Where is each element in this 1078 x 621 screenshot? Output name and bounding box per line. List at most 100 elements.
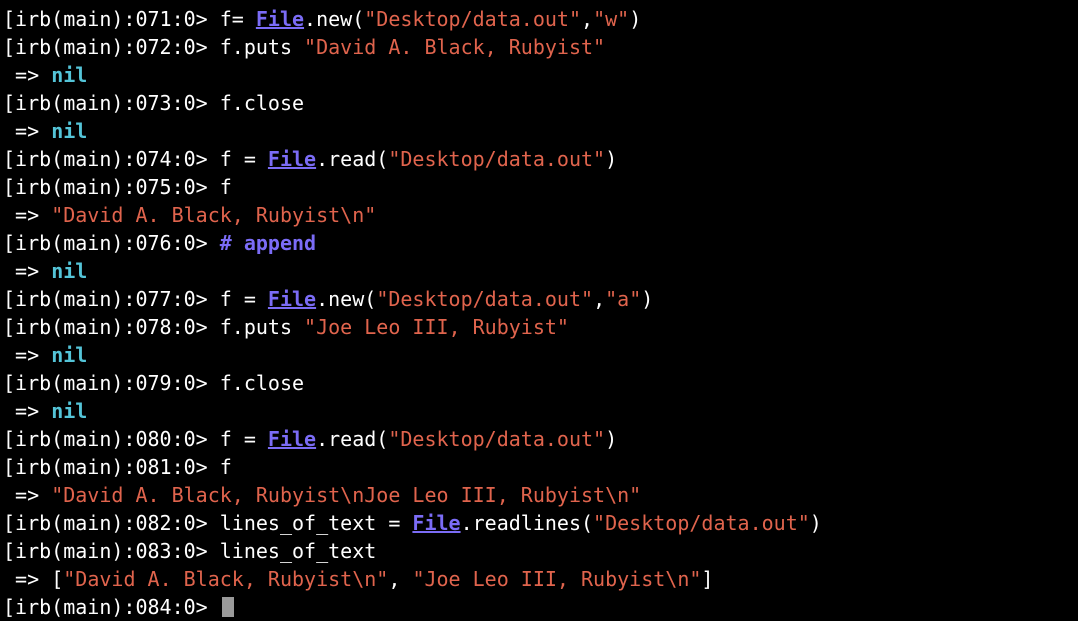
input-line: [irb(main):073:0> f.close (0, 89, 1078, 117)
result-arrow: => (15, 343, 40, 367)
output-line: => nil (0, 61, 1078, 89)
result-arrow: => (15, 63, 40, 87)
code-text: ) (605, 427, 618, 451)
line-bracket: [ (3, 315, 16, 339)
irb-prompt: irb(main):073:0> (15, 91, 208, 115)
irb-prompt: irb(main):081:0> (15, 455, 208, 479)
code-text: ) (641, 287, 654, 311)
input-line: [irb(main):071:0> f= File.new("Desktop/d… (0, 5, 1078, 33)
code-text: .new( (304, 7, 365, 31)
line-bracket: [ (3, 371, 16, 395)
input-line: [irb(main):081:0> f (0, 453, 1078, 481)
output-indent (3, 63, 15, 87)
output-indent (3, 259, 15, 283)
nil-value: nil (51, 119, 88, 143)
irb-prompt: irb(main):082:0> (15, 511, 208, 535)
code-text: ] (701, 567, 714, 591)
prompt-separator (208, 371, 220, 395)
code-text: f.close (219, 371, 305, 395)
line-bracket: [ (3, 175, 16, 199)
class-constant: File (412, 511, 461, 535)
string-literal: "Desktop/data.out" (364, 7, 582, 31)
code-text: lines_of_text = (219, 511, 413, 535)
output-indent (3, 343, 15, 367)
code-text: , (593, 287, 606, 311)
string-literal: "Desktop/data.out" (593, 511, 810, 535)
nil-value: nil (51, 399, 88, 423)
line-bracket: [ (3, 427, 16, 451)
terminal-output[interactable]: [irb(main):071:0> f= File.new("Desktop/d… (0, 5, 1078, 621)
arrow-separator (39, 259, 51, 283)
code-comment: # append (219, 231, 317, 255)
input-line: [irb(main):078:0> f.puts "Joe Leo III, R… (0, 313, 1078, 341)
nil-value: nil (51, 259, 88, 283)
irb-prompt: irb(main):075:0> (15, 175, 208, 199)
output-line: => nil (0, 257, 1078, 285)
prompt-separator (208, 455, 220, 479)
result-arrow: => (15, 119, 40, 143)
line-bracket: [ (3, 539, 16, 563)
prompt-separator (208, 511, 220, 535)
prompt-separator (208, 7, 220, 31)
code-text: f.close (219, 91, 305, 115)
code-text: f= (219, 7, 256, 31)
arrow-separator (39, 119, 51, 143)
code-text: f.puts (219, 315, 305, 339)
line-bracket: [ (3, 287, 16, 311)
prompt-separator (208, 35, 220, 59)
line-bracket: [ (3, 35, 16, 59)
code-text: lines_of_text (219, 539, 377, 563)
arrow-separator (39, 483, 51, 507)
line-bracket: [ (3, 147, 16, 171)
output-line: => ["David A. Black, Rubyist\n", "Joe Le… (0, 565, 1078, 593)
string-literal: "David A. Black, Rubyist\n" (51, 203, 377, 227)
output-indent (3, 399, 15, 423)
input-line: [irb(main):080:0> f = File.read("Desktop… (0, 425, 1078, 453)
input-line: [irb(main):075:0> f (0, 173, 1078, 201)
input-line: [irb(main):076:0> # append (0, 229, 1078, 257)
code-text: .new( (316, 287, 377, 311)
irb-prompt: irb(main):072:0> (15, 35, 208, 59)
class-constant: File (255, 7, 305, 31)
irb-prompt: irb(main):080:0> (15, 427, 208, 451)
block-cursor-icon (221, 597, 234, 617)
prompt-separator (208, 147, 220, 171)
result-arrow: => (15, 399, 40, 423)
irb-prompt: irb(main):078:0> (15, 315, 208, 339)
class-constant: File (267, 147, 317, 171)
prompt-separator (208, 175, 220, 199)
line-bracket: [ (3, 91, 16, 115)
string-literal: "David A. Black, Rubyist" (304, 35, 606, 59)
input-line: [irb(main):079:0> f.close (0, 369, 1078, 397)
code-text: f = (219, 287, 268, 311)
string-literal: "w" (593, 7, 630, 31)
output-indent (3, 119, 15, 143)
string-literal: "Desktop/data.out" (376, 287, 594, 311)
output-indent (3, 203, 15, 227)
result-arrow: => (15, 203, 40, 227)
prompt-separator (208, 287, 220, 311)
code-text: f = (219, 427, 268, 451)
prompt-separator (208, 91, 220, 115)
output-indent (3, 567, 15, 591)
code-text: [ (51, 567, 64, 591)
string-literal: "Desktop/data.out" (388, 427, 606, 451)
irb-prompt: irb(main):077:0> (15, 287, 208, 311)
output-line: => "David A. Black, Rubyist\nJoe Leo III… (0, 481, 1078, 509)
line-bracket: [ (3, 595, 16, 619)
input-line: [irb(main):082:0> lines_of_text = File.r… (0, 509, 1078, 537)
string-literal: "Desktop/data.out" (388, 147, 606, 171)
class-constant: File (267, 427, 317, 451)
string-literal: "David A. Black, Rubyist\n" (63, 567, 389, 591)
prompt-separator (208, 427, 220, 451)
input-line: [irb(main):074:0> f = File.read("Desktop… (0, 145, 1078, 173)
string-literal: "a" (605, 287, 642, 311)
code-text: ) (629, 7, 642, 31)
code-text: ) (605, 147, 618, 171)
code-text: .read( (316, 427, 389, 451)
string-literal: "David A. Black, Rubyist\nJoe Leo III, R… (51, 483, 642, 507)
output-line: => nil (0, 117, 1078, 145)
irb-prompt: irb(main):083:0> (15, 539, 208, 563)
code-text: .readlines( (460, 511, 594, 535)
irb-prompt: irb(main):074:0> (15, 147, 208, 171)
